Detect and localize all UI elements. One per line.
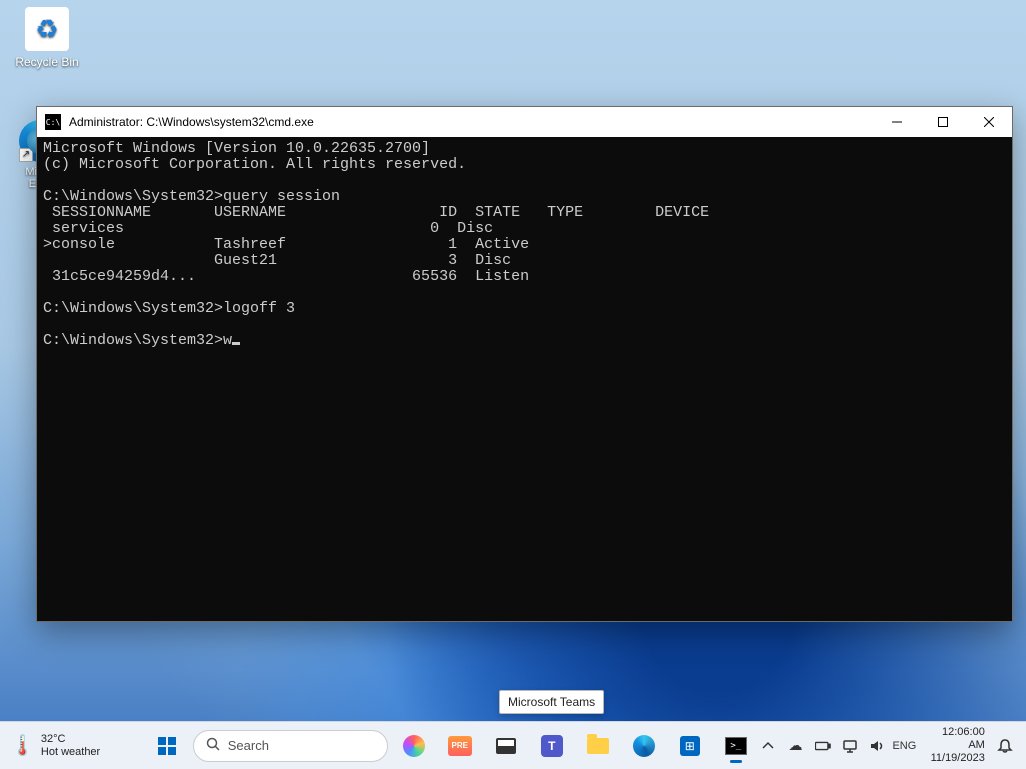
recycle-bin-label: Recycle Bin: [10, 55, 84, 69]
notifications-icon[interactable]: [993, 726, 1018, 766]
command-logoff: logoff 3: [223, 300, 295, 317]
session-header: SESSIONNAME USERNAME ID STATE TYPE DEVIC…: [43, 204, 709, 221]
teams-tooltip: Microsoft Teams: [499, 690, 604, 714]
tray-chevron-up-icon[interactable]: [756, 726, 781, 766]
shortcut-arrow-icon: ↗: [19, 148, 33, 162]
volume-icon[interactable]: [865, 726, 890, 766]
title-bar[interactable]: C:\ Administrator: C:\Windows\system32\c…: [37, 107, 1012, 137]
weather-icon: 🌡️: [10, 733, 35, 758]
session-row: services 0 Disc: [43, 220, 493, 237]
session-row: >console Tashreef 1 Active: [43, 236, 529, 253]
edge-icon: [633, 735, 655, 757]
teams-button[interactable]: T: [532, 726, 572, 766]
weather-desc: Hot weather: [41, 746, 100, 759]
prompt: C:\Windows\System32>: [43, 332, 223, 349]
prompt: C:\Windows\System32>: [43, 300, 223, 317]
file-explorer-button[interactable]: [578, 726, 618, 766]
cmd-title-icon: C:\: [45, 114, 61, 130]
store-icon: ⊞: [680, 736, 700, 756]
cmd-taskbar-button[interactable]: >_: [716, 726, 756, 766]
preview-button[interactable]: PRE: [440, 726, 480, 766]
session-row: 31c5ce94259d4... 65536 Listen: [43, 268, 529, 285]
window-title: Administrator: C:\Windows\system32\cmd.e…: [69, 115, 314, 129]
date: 11/19/2023: [925, 752, 985, 765]
network-icon[interactable]: [837, 726, 862, 766]
weather-widget[interactable]: 🌡️ 32°C Hot weather: [0, 733, 147, 759]
session-row: Guest21 3 Disc: [43, 252, 511, 269]
task-view-icon: [496, 738, 516, 754]
teams-icon: T: [541, 735, 563, 757]
maximize-button[interactable]: [920, 107, 966, 137]
search-placeholder: Search: [228, 738, 269, 753]
windows-logo-icon: [158, 737, 176, 755]
pre-icon: PRE: [448, 736, 472, 756]
recycle-bin-icon: ♻: [25, 7, 69, 51]
desktop[interactable]: ♻ Recycle Bin ↗ Micr... Ed... C:\ Admini…: [0, 0, 1026, 769]
system-tray: ☁ ENG 12:06:00 AM 11/19/2023: [756, 726, 1026, 766]
prompt: C:\Windows\System32>: [43, 188, 223, 205]
taskbar: 🌡️ 32°C Hot weather Search PRE T ⊞ >_: [0, 721, 1026, 769]
search-icon: [206, 737, 220, 754]
start-button[interactable]: [147, 726, 187, 766]
copilot-button[interactable]: [394, 726, 434, 766]
folder-icon: [587, 738, 609, 754]
store-button[interactable]: ⊞: [670, 726, 710, 766]
recycle-bin-desktop-icon[interactable]: ♻ Recycle Bin: [10, 7, 84, 69]
typed-input: w: [223, 332, 232, 349]
search-box[interactable]: Search: [193, 730, 388, 762]
cmd-icon: >_: [725, 737, 747, 755]
language-icon[interactable]: ENG: [892, 726, 917, 766]
copyright-line: (c) Microsoft Corporation. All rights re…: [43, 156, 466, 173]
edge-button[interactable]: [624, 726, 664, 766]
cursor: [232, 342, 240, 345]
command-query: query session: [223, 188, 340, 205]
clock[interactable]: 12:06:00 AM 11/19/2023: [919, 726, 991, 765]
onedrive-icon[interactable]: ☁: [783, 726, 808, 766]
task-view-button[interactable]: [486, 726, 526, 766]
minimize-button[interactable]: [874, 107, 920, 137]
battery-icon[interactable]: [810, 726, 835, 766]
close-button[interactable]: [966, 107, 1012, 137]
weather-temp: 32°C: [41, 733, 100, 746]
taskbar-center: Search PRE T ⊞ >_: [147, 726, 756, 766]
cmd-window: C:\ Administrator: C:\Windows\system32\c…: [36, 106, 1013, 622]
version-line: Microsoft Windows [Version 10.0.22635.27…: [43, 140, 430, 157]
terminal-body[interactable]: Microsoft Windows [Version 10.0.22635.27…: [37, 137, 1012, 621]
copilot-icon: [403, 735, 425, 757]
time: 12:06:00 AM: [925, 726, 985, 752]
